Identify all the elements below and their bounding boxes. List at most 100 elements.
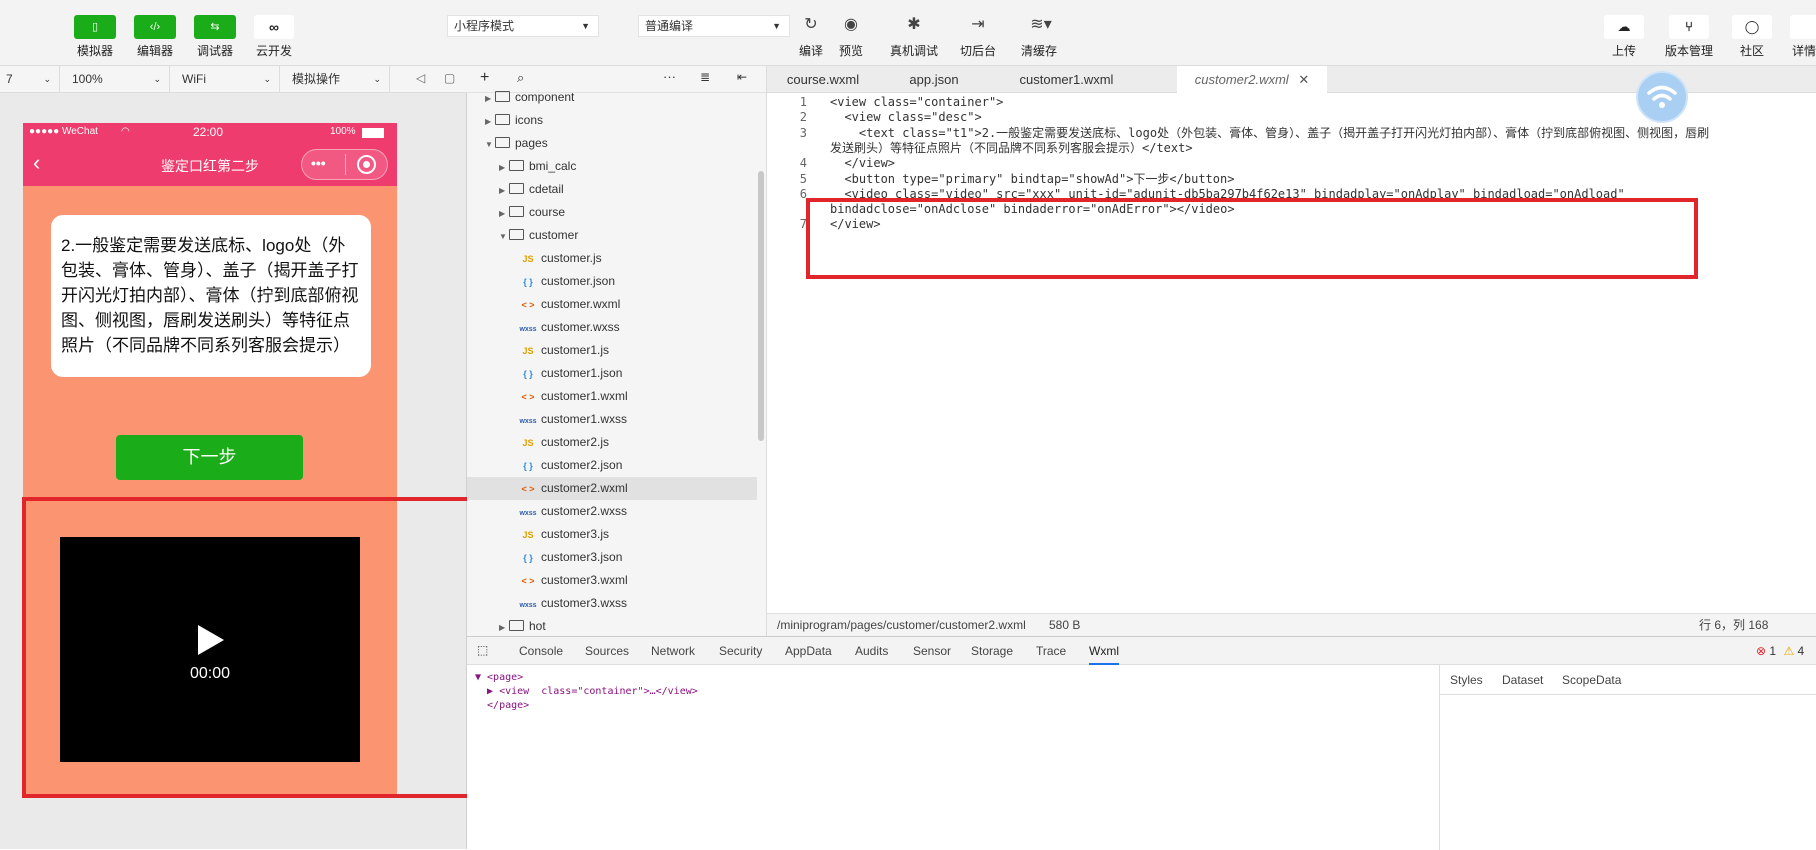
version-button[interactable]: ⑂ xyxy=(1669,15,1709,39)
more-icon[interactable]: ••• xyxy=(311,155,326,171)
details-button[interactable] xyxy=(1790,15,1816,39)
tree-scrollbar[interactable] xyxy=(758,171,764,441)
chevron-right-icon[interactable]: ▶ xyxy=(485,87,495,110)
preview-button[interactable]: ◉ xyxy=(831,14,871,34)
devtools-tab-wxml[interactable]: Wxml xyxy=(1089,637,1119,665)
highlight-box-simulator xyxy=(22,497,503,798)
error-count[interactable]: ⊗ 1 ⚠ 4 xyxy=(1756,644,1804,658)
operation-select[interactable]: 模拟操作 ⌄ xyxy=(286,66,390,93)
devtools-tab-appdata[interactable]: AppData xyxy=(785,637,832,665)
devtools-tab-sensor[interactable]: Sensor xyxy=(913,637,951,665)
chevron-right-icon[interactable]: ▶ xyxy=(499,179,509,202)
background-button[interactable]: ⇥ xyxy=(958,14,998,34)
more-icon[interactable]: ··· xyxy=(663,69,676,84)
layers-icon: ≋▾ xyxy=(1030,16,1052,33)
tree-folder[interactable]: ▼ customer xyxy=(467,224,757,247)
tab-app-json[interactable]: app.json xyxy=(879,66,989,93)
add-icon[interactable]: + xyxy=(480,69,489,87)
tab-customer1-wxml[interactable]: customer1.wxml xyxy=(989,66,1144,93)
sort-icon[interactable]: ≣ xyxy=(700,70,710,84)
tree-folder[interactable]: ▶ bmi_calc xyxy=(467,155,757,178)
sidebar-tab-styles[interactable]: Styles xyxy=(1450,665,1483,695)
code-line[interactable]: <view class="desc"> xyxy=(830,110,981,125)
tree-file[interactable]: { } customer.json xyxy=(467,270,757,293)
tree-file[interactable]: < > customer2.wxml xyxy=(467,477,757,500)
chevron-right-icon[interactable]: ▶ xyxy=(485,110,495,133)
devtools-tab-audits[interactable]: Audits xyxy=(855,637,888,665)
code-line[interactable]: </view> xyxy=(830,156,895,171)
xml-line[interactable]: ▼ <page> xyxy=(475,671,523,685)
tree-file[interactable]: < > customer.wxml xyxy=(467,293,757,316)
devtools-tab-network[interactable]: Network xyxy=(651,637,695,665)
collapse-icon[interactable]: ⇤ xyxy=(737,70,747,84)
chevron-right-icon[interactable]: ▶ xyxy=(499,202,509,225)
code-line[interactable]: 发送刷头）等特征点照片（不同品牌不同系列客服会提示）</text> xyxy=(830,141,1193,156)
tree-folder[interactable]: ▶ component xyxy=(467,86,757,109)
chevron-right-icon[interactable]: ▶ xyxy=(499,156,509,179)
devtools-tab-storage[interactable]: Storage xyxy=(971,637,1013,665)
tree-folder[interactable]: ▶ icons xyxy=(467,109,757,132)
upload-button[interactable]: ☁ xyxy=(1604,15,1644,39)
sidebar-tab-scopedata[interactable]: ScopeData xyxy=(1562,665,1621,695)
code-line[interactable]: <text class="t1">2.一般鉴定需要发送底标、logo处（外包装、… xyxy=(830,126,1709,141)
tree-folder[interactable]: ▶ course xyxy=(467,201,757,224)
mute-icon[interactable]: ◁ xyxy=(416,71,425,85)
close-icon[interactable]: ✕ xyxy=(1298,72,1309,87)
tree-file[interactable]: { } customer3.json xyxy=(467,546,757,569)
tree-folder[interactable]: ▶ hot xyxy=(467,615,757,636)
devtools-panel: ⬚ Console Sources Network Security AppData Au… xyxy=(467,636,1816,850)
wxml-file-icon: < > xyxy=(521,300,535,310)
chevron-down-icon[interactable]: ▼ xyxy=(499,225,509,248)
next-step-button[interactable]: 下一步 xyxy=(116,435,303,480)
tree-file[interactable]: wxss customer.wxss xyxy=(467,316,757,339)
search-icon[interactable]: ⌕ xyxy=(517,70,524,86)
tree-file[interactable]: JS customer1.js xyxy=(467,339,757,362)
devtools-tab-sources[interactable]: Sources xyxy=(585,637,629,665)
debugger-toggle-button[interactable]: ⇆ xyxy=(194,15,236,39)
compile-button[interactable]: ↻ xyxy=(791,14,831,34)
clear-cache-button[interactable]: ≋▾ xyxy=(1021,14,1061,34)
tree-file[interactable]: wxss customer3.wxss xyxy=(467,592,757,615)
tree-file[interactable]: { } customer2.json xyxy=(467,454,757,477)
compile-select[interactable]: 普通编译 ▼ xyxy=(638,15,790,37)
xml-line[interactable]: ▶ <view class="container">…</view> xyxy=(475,685,698,699)
capsule-divider xyxy=(345,154,346,175)
code-line[interactable]: <view class="container"> xyxy=(830,95,1003,110)
network-select[interactable]: WiFi ⌄ xyxy=(176,66,280,93)
devtools-tab-console[interactable]: Console xyxy=(519,637,563,665)
sidebar-tab-dataset[interactable]: Dataset xyxy=(1502,665,1543,695)
tree-file[interactable]: JS customer3.js xyxy=(467,523,757,546)
community-button[interactable]: ◯ xyxy=(1732,15,1772,39)
mode-select[interactable]: 小程序模式 ▼ xyxy=(447,15,599,37)
tree-file[interactable]: < > customer3.wxml xyxy=(467,569,757,592)
editor-toggle-button[interactable]: ‹/› xyxy=(134,15,176,39)
tree-file[interactable]: wxss customer2.wxss xyxy=(467,500,757,523)
inspect-icon[interactable]: ⬚ xyxy=(477,643,488,657)
tree-item-label: course xyxy=(529,205,566,219)
tab-course-wxml[interactable]: course.wxml xyxy=(767,66,879,93)
tree-file[interactable]: { } customer1.json xyxy=(467,362,757,385)
xml-line[interactable]: </page> xyxy=(475,699,529,713)
simulator-toggle-button[interactable]: ▯ xyxy=(74,15,116,39)
tree-folder[interactable]: ▼ pages xyxy=(467,132,757,155)
tree-folder[interactable]: ▶ cdetail xyxy=(467,178,757,201)
remote-debug-button[interactable]: ✱ xyxy=(894,14,934,34)
tree-file[interactable]: JS customer2.js xyxy=(467,431,757,454)
tree-file[interactable]: < > customer1.wxml xyxy=(467,385,757,408)
zoom-select[interactable]: 100% ⌄ xyxy=(66,66,170,93)
chevron-right-icon[interactable]: ▶ xyxy=(499,616,509,636)
cloud-dev-button[interactable]: ∞ xyxy=(254,15,294,39)
tree-item-label: customer2.js xyxy=(541,435,610,449)
tree-file[interactable]: JS customer.js xyxy=(467,247,757,270)
code-line[interactable]: <button type="primary" bindtap="showAd">… xyxy=(830,172,1234,187)
device-select[interactable]: 7 ⌄ xyxy=(0,66,60,93)
tree-file[interactable]: wxss customer1.wxss xyxy=(467,408,757,431)
tab-customer2-wxml[interactable]: customer2.wxml ✕ xyxy=(1177,66,1327,93)
version-label: 版本管理 xyxy=(1664,44,1713,58)
chevron-down-icon[interactable]: ▼ xyxy=(485,133,495,156)
window-icon[interactable]: ▢ xyxy=(444,71,455,85)
js-file-icon: JS xyxy=(522,346,534,356)
close-app-icon[interactable] xyxy=(357,155,376,174)
devtools-tab-trace[interactable]: Trace xyxy=(1036,637,1066,665)
devtools-tab-security[interactable]: Security xyxy=(719,637,762,665)
